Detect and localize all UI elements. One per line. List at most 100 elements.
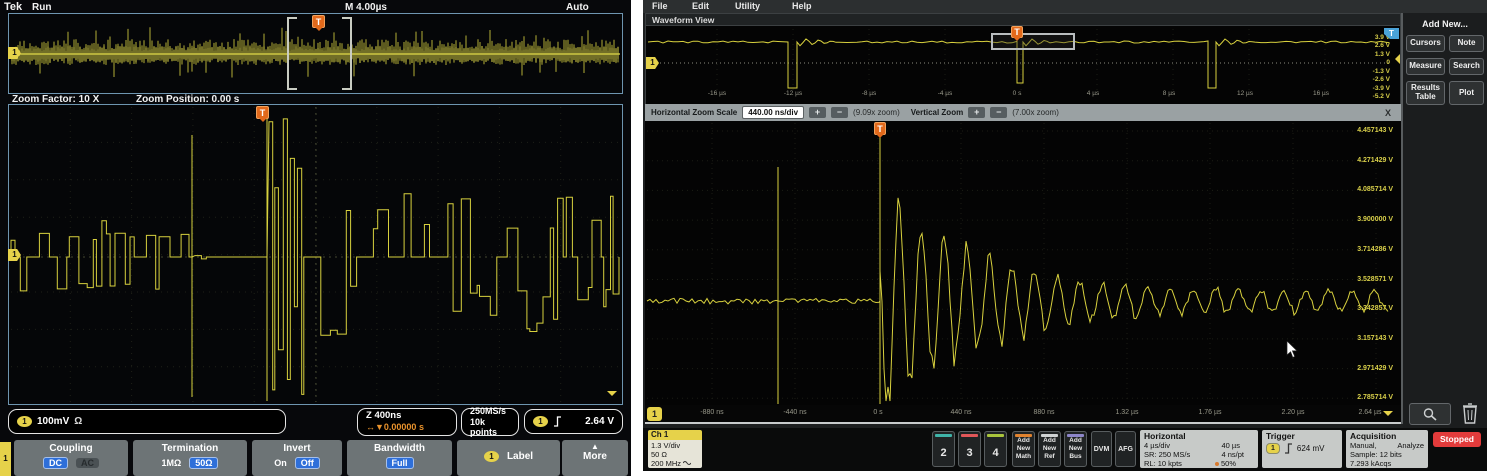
invert-off-option[interactable]: Off <box>295 457 320 469</box>
trigger-position-marker[interactable]: T <box>1011 26 1023 38</box>
ch2-button[interactable]: 2 <box>932 431 955 467</box>
h-zoom-factor: (9.09x zoom) <box>853 108 900 117</box>
menu-utility[interactable]: Utility <box>735 1 760 11</box>
add-plot-button[interactable]: Plot <box>1449 81 1484 105</box>
overview-y-tick: -5.2 V <box>1373 93 1390 100</box>
afg-button[interactable]: AFG <box>1115 431 1136 467</box>
horizontal-duration: 40 µs <box>1222 441 1241 450</box>
add-cursors-button[interactable]: Cursors <box>1406 35 1445 52</box>
zoom-close-button[interactable]: X <box>1385 108 1395 118</box>
ch1-badge[interactable]: Ch 1 1.3 V/div 50 Ω 200 MHz <box>648 430 702 468</box>
menu-invert[interactable]: Invert On Off <box>252 440 342 476</box>
main-x-tick: 2.20 µs <box>1271 409 1315 416</box>
menu-help[interactable]: Help <box>792 1 812 11</box>
overview-x-tick: 0 s <box>995 90 1039 97</box>
menu-coupling[interactable]: Coupling DC AC <box>14 440 128 476</box>
label-channel-badge: 1 <box>484 451 499 462</box>
menu-more[interactable]: ▲ More <box>562 440 628 476</box>
overview-y-tick: -1.3 V <box>1373 68 1390 75</box>
overview-x-tick: 4 µs <box>1071 90 1115 97</box>
bandwidth-full-option[interactable]: Full <box>386 457 414 469</box>
channel1-readout: 1 100mV Ω <box>8 409 286 434</box>
main-y-tick: 3.528571 V <box>1357 276 1393 283</box>
menu-edit[interactable]: Edit <box>692 1 709 11</box>
ch3-color-strip <box>961 434 978 437</box>
acquisition-count: 7.293 kAcqs <box>1350 459 1424 468</box>
horizontal-badge[interactable]: Horizontal 4 µs/div40 µs SR: 250 MS/s4 n… <box>1140 430 1258 468</box>
trigger-position-marker[interactable]: T <box>312 15 325 28</box>
channel1-level-arrow[interactable] <box>1390 54 1400 64</box>
trigger-position-marker-zoom[interactable]: T <box>874 122 886 135</box>
add-results-table-button[interactable]: Results Table <box>1406 81 1445 105</box>
acquisition-badge[interactable]: Acquisition Manual,Analyze Sample: 12 bi… <box>1346 430 1428 468</box>
horizontal-title: Horizontal <box>1144 431 1254 441</box>
termination-1mohm-option[interactable]: 1MΩ <box>162 458 182 468</box>
coupling-ac-option[interactable]: AC <box>76 458 99 468</box>
h-zoom-minus-button[interactable]: − <box>831 107 848 118</box>
trigger-source-badge: 1 <box>1266 443 1280 454</box>
termination-50ohm-option[interactable]: 50Ω <box>189 457 218 469</box>
zoom-plot[interactable]: T 4.457143 V 4.271429 V 4.085714 V 3.900… <box>645 121 1401 405</box>
trigger-badge[interactable]: Trigger 1 624 mV <box>1262 430 1342 468</box>
label-text: Label <box>507 451 533 462</box>
channel1-menu-tab[interactable]: 1 <box>0 442 11 476</box>
add-new-bus-button[interactable]: Add New Bus <box>1064 431 1087 467</box>
acquisition-title: Acquisition <box>1350 431 1424 441</box>
coupling-title: Coupling <box>49 443 92 454</box>
expansion-point-arrow <box>607 391 617 401</box>
ref-color-strip <box>1041 434 1058 437</box>
mouse-cursor <box>1286 341 1298 359</box>
ch1-zoom-waveform <box>9 105 622 404</box>
zoom-window-bracket-left[interactable] <box>287 17 297 90</box>
add-note-button[interactable]: Note <box>1449 35 1484 52</box>
ch4-color-strip <box>987 434 1004 437</box>
bandwidth-title: Bandwidth <box>374 443 425 454</box>
menu-label[interactable]: 1 Label <box>457 440 560 476</box>
tek-logo: Tek <box>4 1 22 13</box>
zoom-window-bracket-right[interactable] <box>342 17 352 90</box>
acquisition-analyze: Analyze <box>1397 441 1424 450</box>
add-measure-button[interactable]: Measure <box>1406 58 1445 75</box>
add-new-ref-button[interactable]: Add New Ref <box>1038 431 1061 467</box>
h-zoom-scale-value[interactable]: 440.00 ns/div <box>742 106 804 119</box>
trigger-readout: 1 2.64 V <box>524 409 623 434</box>
h-zoom-plus-button[interactable]: + <box>809 107 826 118</box>
channel1-scale: 100mV <box>37 416 69 427</box>
waveform-view-bar: Waveform View <box>645 13 1401 26</box>
v-zoom-plus-button[interactable]: + <box>968 107 985 118</box>
main-y-tick: 4.085714 V <box>1357 186 1393 193</box>
panel-divider-handle[interactable] <box>1398 208 1405 230</box>
timebase-readout: M 4.00µs <box>345 2 387 13</box>
invert-on-option[interactable]: On <box>274 458 287 468</box>
zoom-graticule: T 1 <box>8 104 623 405</box>
coupling-dc-option[interactable]: DC <box>43 457 68 469</box>
ch3-button[interactable]: 3 <box>958 431 981 467</box>
v-zoom-minus-button[interactable]: − <box>990 107 1007 118</box>
dvm-button[interactable]: DVM <box>1091 431 1112 467</box>
main-x-tick: -880 ns <box>690 409 734 416</box>
zoom-mode-button[interactable] <box>1409 403 1451 425</box>
menu-file[interactable]: File <box>652 1 668 11</box>
acquisition-mode: Manual, <box>1350 441 1377 450</box>
main-x-tick: 0 s <box>856 409 900 416</box>
ch1-scale: 1.3 V/div <box>651 441 699 450</box>
zoom-window-box[interactable] <box>991 33 1075 50</box>
overview-x-tick: 8 µs <box>1147 90 1191 97</box>
main-y-tick: 4.457143 V <box>1357 127 1393 134</box>
add-search-button[interactable]: Search <box>1449 58 1484 75</box>
zoom-scale-value: Z 400ns <box>366 411 401 422</box>
main-y-tick: 3.900000 V <box>1357 216 1393 223</box>
channel1-badge: 1 <box>17 416 32 427</box>
main-y-tick: 3.714286 V <box>1357 246 1393 253</box>
channel1-axis-handle[interactable]: 1 <box>647 407 662 421</box>
menu-termination[interactable]: Termination 1MΩ 50Ω <box>133 440 247 476</box>
stopped-button[interactable]: Stopped <box>1433 432 1481 447</box>
trash-icon[interactable] <box>1461 401 1479 425</box>
math-color-strip <box>1015 434 1032 437</box>
trigger-position-marker-zoom[interactable]: T <box>256 106 269 119</box>
ch4-button[interactable]: 4 <box>984 431 1007 467</box>
add-new-math-button[interactable]: Add New Math <box>1012 431 1035 467</box>
main-y-tick: 3.157143 V <box>1357 335 1393 342</box>
overview-plot[interactable]: T -16 µs -12 µs -8 µs -4 µs 0 s 4 µs 8 µ… <box>645 26 1401 104</box>
menu-bandwidth[interactable]: Bandwidth Full <box>347 440 452 476</box>
